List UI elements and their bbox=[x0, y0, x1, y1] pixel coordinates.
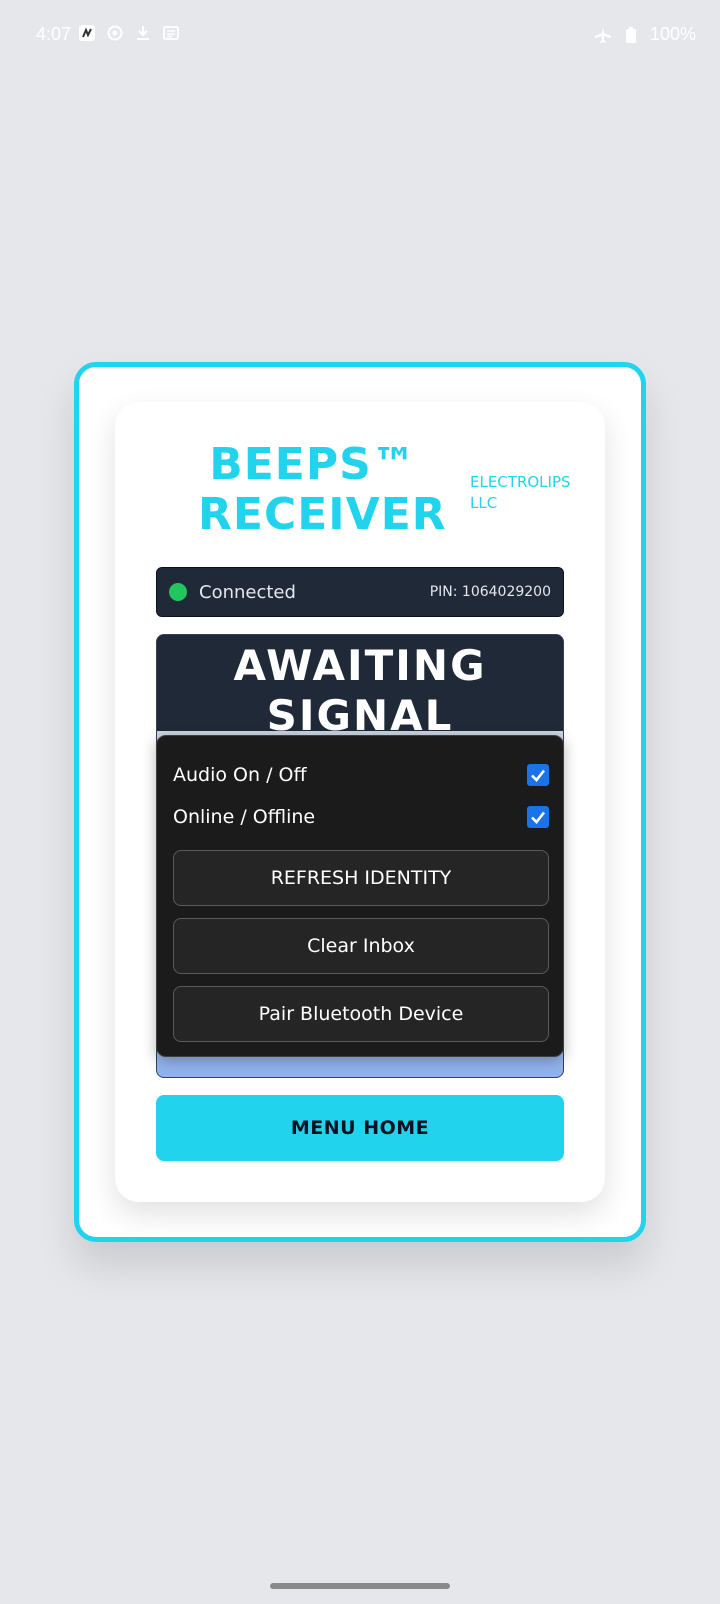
status-bar: 4:07 100% bbox=[0, 0, 720, 70]
connection-status-bar: Connected PIN: 1064029200 bbox=[156, 567, 564, 617]
signal-line-2: SIGNAL bbox=[266, 691, 454, 740]
brand-label: ELECTROLIPS LLC bbox=[470, 472, 571, 514]
pin-label: PIN: 1064029200 bbox=[429, 584, 551, 600]
settings-icon bbox=[106, 24, 124, 42]
notification-icons bbox=[78, 24, 180, 42]
title-line-2: RECEIVER bbox=[198, 489, 447, 540]
clock: 4:07 bbox=[36, 24, 72, 44]
checkmark-icon bbox=[531, 811, 546, 824]
battery-icon bbox=[622, 26, 640, 44]
signal-line-1: AWAITING bbox=[233, 641, 487, 690]
settings-menu: Audio On / Off Online / Offline REFRESH … bbox=[156, 735, 564, 1057]
connected-indicator-icon bbox=[169, 583, 187, 601]
brand-line-2: LLC bbox=[470, 494, 498, 512]
audio-toggle-label: Audio On / Off bbox=[173, 764, 307, 786]
brand-line-1: ELECTROLIPS bbox=[470, 473, 571, 491]
pair-bluetooth-button[interactable]: Pair Bluetooth Device bbox=[173, 986, 549, 1042]
connection-status: Connected bbox=[199, 581, 296, 603]
online-toggle-label: Online / Offline bbox=[173, 806, 316, 828]
audio-checkbox[interactable] bbox=[527, 764, 549, 786]
app-title: BEEPS™ RECEIVER bbox=[198, 439, 447, 540]
signal-title: AWAITING SIGNAL bbox=[157, 641, 563, 741]
menu-home-button[interactable]: MENU HOME bbox=[156, 1095, 564, 1161]
battery-percent: 100% bbox=[649, 24, 696, 44]
checkmark-icon bbox=[531, 769, 546, 782]
refresh-identity-button[interactable]: REFRESH IDENTITY bbox=[173, 850, 549, 906]
audio-toggle-row[interactable]: Audio On / Off bbox=[173, 760, 549, 790]
download-icon bbox=[134, 24, 152, 42]
clear-inbox-button[interactable]: Clear Inbox bbox=[173, 918, 549, 974]
online-checkbox[interactable] bbox=[527, 806, 549, 828]
navigation-handle[interactable] bbox=[270, 1583, 450, 1589]
title-line-1: BEEPS™ bbox=[209, 439, 417, 490]
online-toggle-row[interactable]: Online / Offline bbox=[173, 802, 549, 832]
app-notification-icon bbox=[78, 24, 96, 42]
news-icon bbox=[162, 24, 180, 42]
airplane-mode-icon bbox=[594, 26, 612, 44]
